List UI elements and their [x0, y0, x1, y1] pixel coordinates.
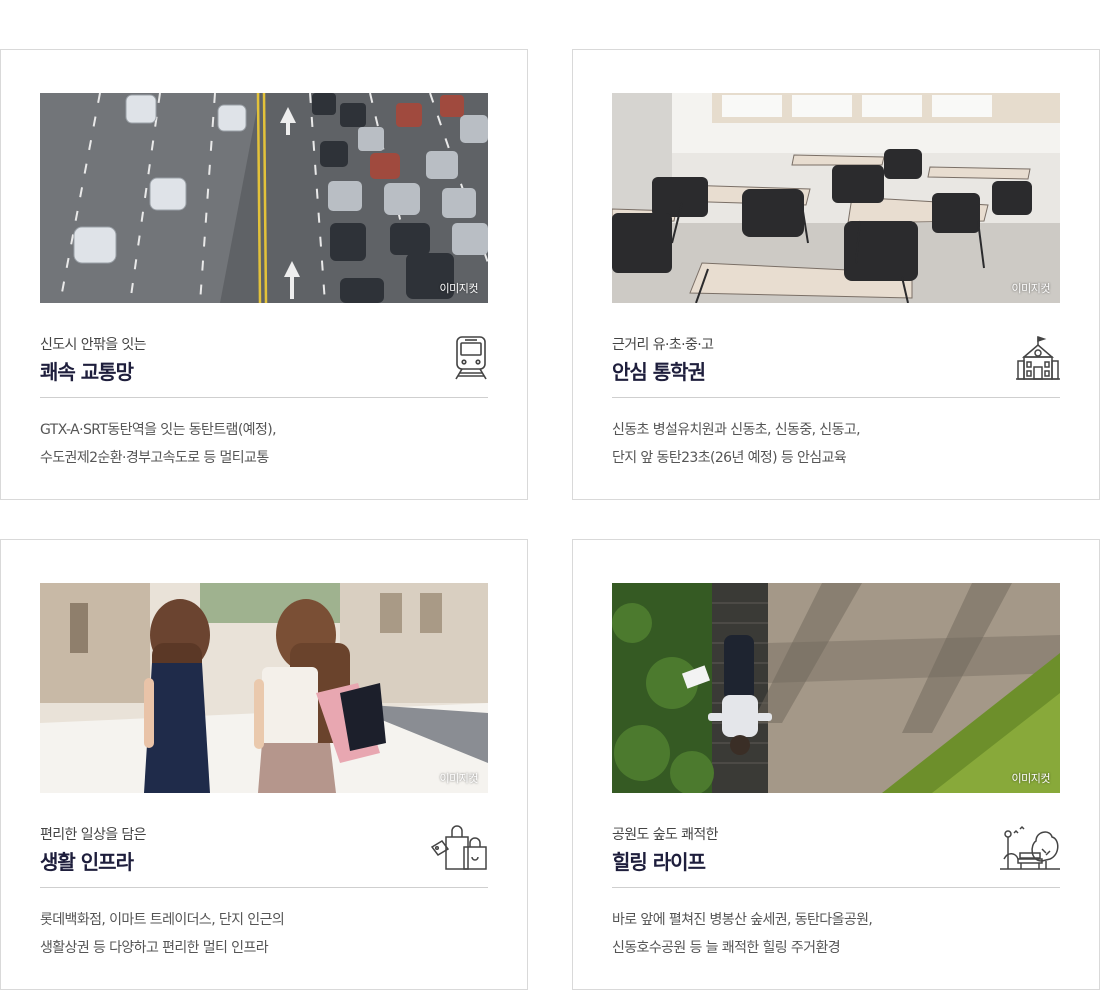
card-description: 바로 앞에 펼쳐진 병봉산 숲세권, 동탄다올공원, 신동호수공원 등 늘 쾌적… [612, 906, 873, 962]
classroom-image [612, 93, 1060, 303]
photo-credit: 이미지컷 [439, 772, 479, 785]
shopping-street-image [40, 583, 488, 793]
description-line: 롯데백화점, 이마트 트레이더스, 단지 인근의 [40, 912, 285, 928]
highway-traffic-image [40, 93, 488, 303]
park-grass-image [612, 583, 1060, 793]
card-description: 신동초 병설유치원과 신동초, 신동중, 신동고, 단지 앞 동탄23초(26년… [612, 416, 861, 472]
photo-credit: 이미지컷 [1011, 282, 1051, 295]
divider [40, 397, 488, 398]
card-description: 롯데백화점, 이마트 트레이더스, 단지 인근의 생활상권 등 다양하고 편리한… [40, 906, 285, 962]
park-relaxing-photo: 이미지컷 [612, 583, 1060, 793]
card-title: 생활 인프라 [40, 850, 134, 874]
park-bench-icon [1000, 824, 1060, 872]
feature-card-infra: 이미지컷 편리한 일상을 담은 생활 인프라 롯데백화점, 이마트 트레이더스,… [0, 539, 528, 990]
card-title: 쾌속 교통망 [40, 360, 134, 384]
description-line: 신동호수공원 등 늘 쾌적한 힐링 주거환경 [612, 940, 841, 956]
photo-credit: 이미지컷 [439, 282, 479, 295]
card-subtitle: 근거리 유·초·중·고 [612, 337, 714, 353]
school-building-icon [1000, 334, 1060, 382]
card-description: GTX-A·SRT동탄역을 잇는 동탄트램(예정), 수도권제2순환·경부고속도… [40, 416, 277, 472]
tram-icon [428, 334, 488, 382]
card-title: 안심 통학권 [612, 360, 706, 384]
photo-credit: 이미지컷 [1011, 772, 1051, 785]
card-subtitle: 신도시 안팎을 잇는 [40, 337, 147, 353]
description-line: 단지 앞 동탄23초(26년 예정) 등 안심교육 [612, 450, 847, 466]
feature-card-transport: 이미지컷 신도시 안팎을 잇는 쾌속 교통망 GTX-A·SRT동탄역을 잇는 … [0, 49, 528, 500]
divider [612, 887, 1060, 888]
feature-card-park: 이미지컷 공원도 숲도 쾌적한 힐링 라이프 바로 앞에 펼쳐진 병봉산 숲세권… [572, 539, 1100, 990]
description-line: 수도권제2순환·경부고속도로 등 멀티교통 [40, 450, 269, 466]
card-title: 힐링 라이프 [612, 850, 706, 874]
shopping-bags-icon [428, 824, 488, 872]
card-subtitle: 편리한 일상을 담은 [40, 827, 147, 843]
card-subtitle: 공원도 숲도 쾌적한 [612, 827, 719, 843]
divider [612, 397, 1060, 398]
feature-card-school: 이미지컷 근거리 유·초·중·고 안심 통학권 신동초 병설유치원과 신동초, … [572, 49, 1100, 500]
description-line: 생활상권 등 다양하고 편리한 멀티 인프라 [40, 940, 269, 956]
divider [40, 887, 488, 888]
description-line: GTX-A·SRT동탄역을 잇는 동탄트램(예정), [40, 422, 277, 438]
shopping-women-photo: 이미지컷 [40, 583, 488, 793]
description-line: 신동초 병설유치원과 신동초, 신동중, 신동고, [612, 422, 861, 438]
classroom-photo: 이미지컷 [612, 93, 1060, 303]
description-line: 바로 앞에 펼쳐진 병봉산 숲세권, 동탄다올공원, [612, 912, 873, 928]
highway-traffic-photo: 이미지컷 [40, 93, 488, 303]
